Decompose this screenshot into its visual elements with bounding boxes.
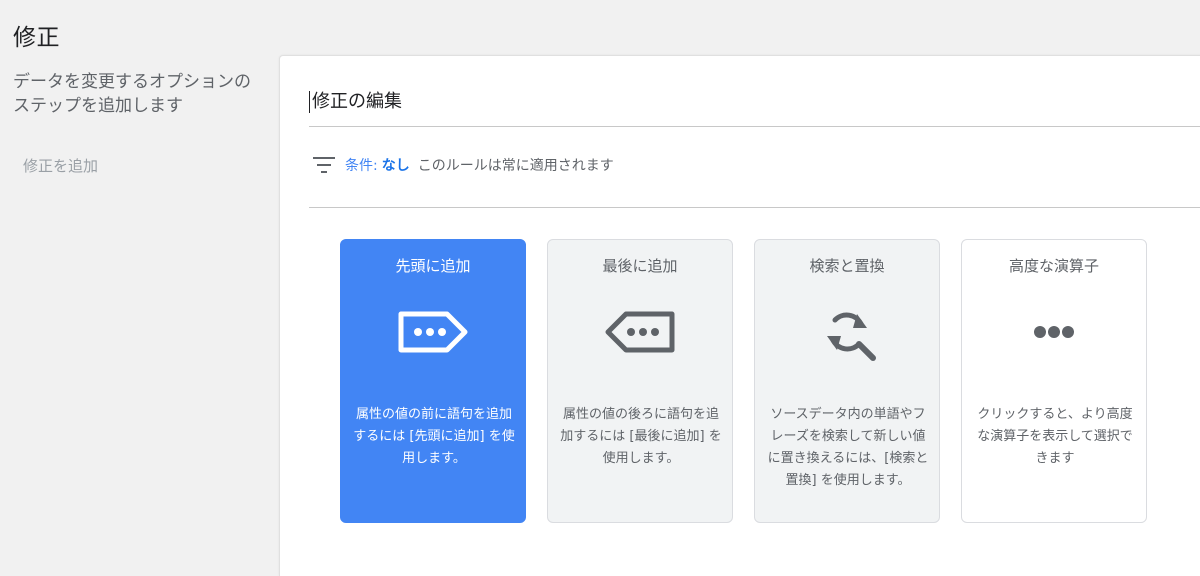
card-description: 属性の値の前に語句を追加するには [先頭に追加] を使用します。 — [353, 407, 515, 466]
edit-panel-title: 修正の編集 — [309, 91, 402, 113]
find-replace-icon — [827, 312, 876, 361]
tag-left-dots-icon — [605, 311, 675, 353]
card-description: ソースデータ内の単語やフレーズを検索して新しい値に置き換えるには、[検索と置換]… — [767, 407, 929, 488]
page-title: 修正 — [13, 25, 60, 51]
divider — [309, 126, 1200, 127]
condition-description: このルールは常に適用されます — [417, 158, 614, 174]
prepend-card[interactable]: 先頭に追加 属性の値の前に語句を追加するには [先頭に追加] を使用します。 — [340, 239, 526, 523]
card-description: 属性の値の後ろに語句を追加するには [最後に追加] を使用します。 — [560, 407, 722, 466]
edit-panel: 修正の編集 条件: なし このルールは常に適用されます 先頭に追加 属性の値の前… — [279, 55, 1200, 576]
add-modification-link[interactable]: 修正を追加 — [23, 155, 98, 176]
condition-row: 条件: なし このルールは常に適用されます — [313, 154, 614, 176]
condition-label: 条件: — [345, 158, 378, 174]
append-card[interactable]: 最後に追加 属性の値の後ろに語句を追加するには [最後に追加] を使用します。 — [547, 239, 733, 523]
condition-value[interactable]: なし — [382, 155, 410, 175]
more-horiz-icon — [1034, 326, 1074, 338]
card-description: クリックすると、より高度な演算子を表示して選択できます — [977, 407, 1133, 466]
filter-icon[interactable] — [313, 156, 335, 174]
divider — [309, 207, 1200, 208]
card-title: 先頭に追加 — [395, 257, 471, 275]
card-title: 最後に追加 — [602, 257, 678, 275]
card-title: 高度な演算子 — [1008, 257, 1099, 275]
tag-right-dots-icon — [398, 311, 468, 353]
card-title: 検索と置換 — [809, 257, 885, 275]
find-replace-card[interactable]: 検索と置換 ソースデータ内の単語やフレーズを検索して新しい値に置き換えるには、[… — [754, 239, 940, 523]
sidebar-description: データを変更するオプションのステップを追加します — [13, 72, 251, 116]
advanced-operators-card[interactable]: 高度な演算子 クリックすると、より高度な演算子を表示して選択できます — [961, 239, 1147, 523]
